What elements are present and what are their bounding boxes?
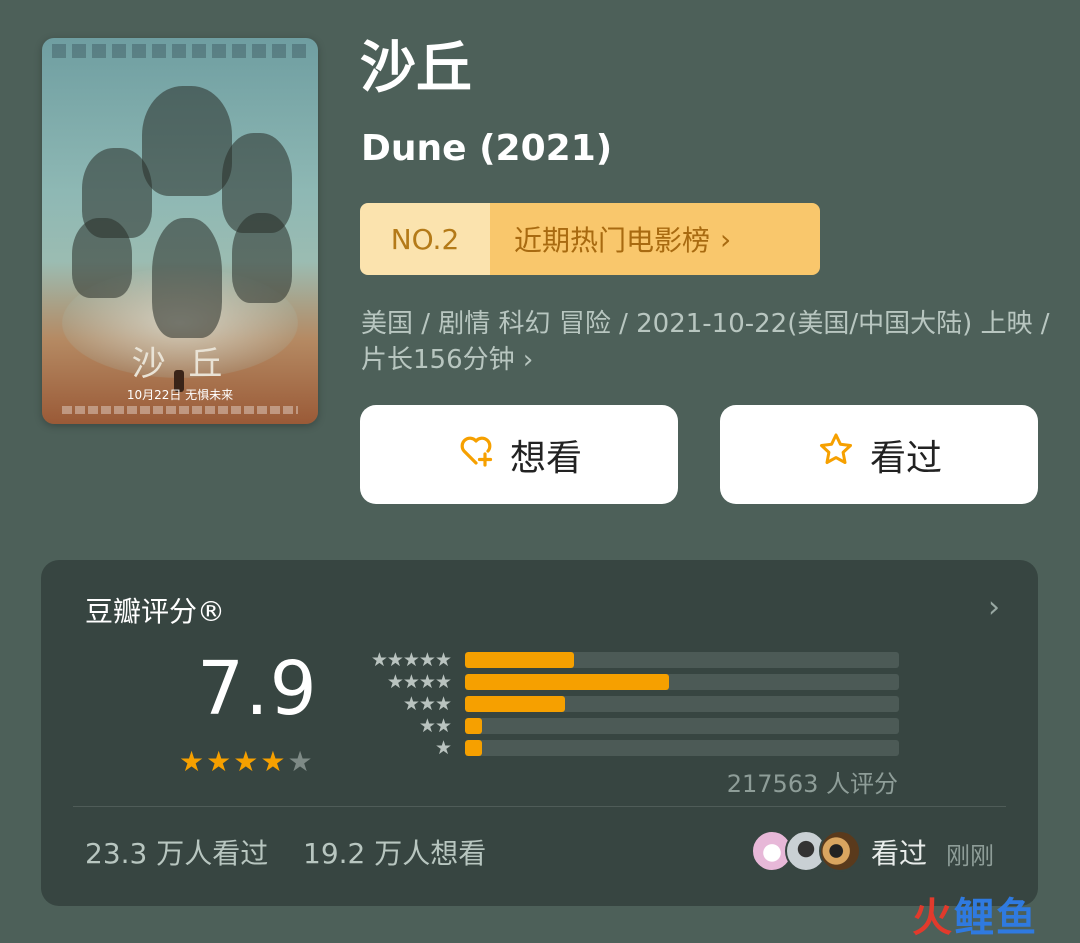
star-icon: [816, 430, 856, 479]
rank-list: 近期热门电影榜 ›: [490, 203, 820, 275]
rating-card[interactable]: 豆瓣评分® › 7.9 ★ ★ ★ ★ ★ ★★★★★ ★★★★ ★★★ ★★ ★ 217563…: [41, 560, 1038, 906]
movie-original-title: Dune (2021): [361, 128, 613, 169]
rating-section-title: 豆瓣评分®: [85, 595, 226, 628]
watermark-part: 鲤鱼: [954, 895, 1038, 941]
star-filled-icon: ★: [179, 745, 205, 778]
star-empty-icon: ★: [287, 745, 313, 778]
distribution-bar: [465, 652, 574, 668]
distribution-row: ★: [353, 737, 903, 759]
rank-number: NO.2: [360, 203, 490, 275]
movie-title: 沙丘: [360, 36, 472, 101]
poster-fine-print: [62, 406, 298, 414]
friend-time: 刚刚: [946, 842, 994, 870]
watched-button[interactable]: 看过: [720, 405, 1038, 504]
chevron-right-icon[interactable]: ›: [988, 590, 1000, 625]
movie-meta[interactable]: 美国 / 剧情 科幻 冒险 / 2021-10-22(美国/中国大陆) 上映 /…: [361, 306, 1051, 378]
poster-figure: [72, 218, 132, 298]
distribution-bar: [465, 696, 565, 712]
chevron-right-icon: ›: [720, 222, 732, 256]
poster-date: 10月22日 无惧未来: [126, 388, 234, 402]
distribution-star-label: ★★★★: [386, 671, 452, 693]
distribution-bar: [465, 718, 483, 734]
poster-credits: [52, 44, 308, 58]
movie-poster[interactable]: 沙 丘 10月22日 无惧未来: [42, 38, 318, 424]
want-count[interactable]: 19.2 万人想看: [303, 832, 486, 872]
distribution-track: [465, 740, 899, 756]
distribution-star-label: ★★★★★: [370, 649, 452, 671]
distribution-row: ★★★★: [353, 671, 903, 693]
seen-count[interactable]: 23.3 万人看过: [85, 832, 268, 872]
distribution-bar: [465, 674, 669, 690]
ranking-badge[interactable]: NO.2 近期热门电影榜 ›: [360, 203, 820, 275]
distribution-row: ★★: [353, 715, 903, 737]
star-filled-icon: ★: [206, 745, 232, 778]
distribution-track: [465, 652, 899, 668]
meta-text: 美国 / 剧情 科幻 冒险 / 2021-10-22(美国/中国大陆) 上映 /…: [361, 309, 1050, 375]
watermark-part: 火: [912, 895, 954, 941]
seen-label: 看过: [869, 436, 942, 478]
distribution-star-label: ★★: [418, 715, 452, 737]
poster-figure: [142, 86, 232, 196]
distribution-star-label: ★★★: [402, 693, 452, 715]
want-label: 想看: [509, 436, 582, 478]
rank-list-name: 近期热门电影榜: [514, 224, 711, 257]
distribution-bar: [465, 740, 483, 756]
distribution-track: [465, 696, 899, 712]
chevron-right-icon: ›: [522, 345, 534, 375]
friend-action: 看过: [871, 837, 928, 870]
want-to-watch-button[interactable]: 想看: [360, 405, 678, 504]
watermark-logo: 火鲤鱼: [912, 885, 1038, 943]
distribution-track: [465, 718, 899, 734]
vote-count: 217563 人评分: [726, 770, 898, 798]
poster-figure: [152, 218, 222, 338]
friend-avatars[interactable]: [751, 830, 861, 872]
heart-plus-icon: [456, 430, 496, 479]
rating-score: 7.9: [197, 646, 318, 732]
distribution-row: ★★★★★: [353, 649, 903, 671]
star-filled-icon: ★: [233, 745, 259, 778]
avatar: [819, 830, 861, 872]
distribution-star-label: ★: [434, 737, 452, 759]
distribution-row: ★★★: [353, 693, 903, 715]
divider: [73, 806, 1006, 807]
poster-figure: [232, 213, 292, 303]
rating-stars: ★ ★ ★ ★ ★: [179, 748, 313, 776]
distribution-track: [465, 674, 899, 690]
star-filled-icon: ★: [260, 745, 286, 778]
